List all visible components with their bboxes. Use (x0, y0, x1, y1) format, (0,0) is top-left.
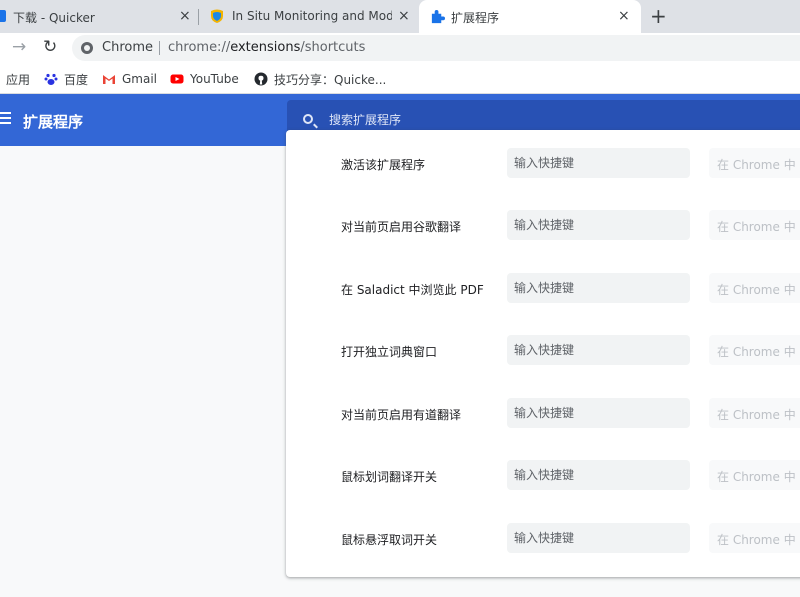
shortcut-input[interactable] (507, 210, 690, 240)
github-icon (254, 72, 268, 86)
browser-toolbar: → ↻ Chrome chrome://extensions/shortcuts (0, 33, 800, 63)
shield-favicon-icon (211, 9, 223, 23)
shortcut-input[interactable] (507, 273, 690, 303)
scope-select[interactable]: 在 Chrome 中 (709, 523, 800, 553)
page-origin-chip: Chrome (102, 40, 153, 55)
shortcut-input[interactable] (507, 523, 690, 553)
tab-title: In Situ Monitoring and Modeling (232, 9, 392, 23)
command-label: 对当前页启用有道翻译 (341, 408, 462, 422)
shortcut-row: 对当前页启用谷歌翻译 在 Chrome 中 (286, 210, 800, 242)
bookmark-label: YouTube (190, 72, 239, 86)
close-icon[interactable]: × (618, 8, 630, 24)
command-label: 在 Saladict 中浏览此 PDF (341, 283, 484, 297)
shortcut-row: 打开独立词典窗口 在 Chrome 中 (286, 335, 800, 367)
new-tab-button[interactable]: + (650, 5, 667, 27)
tab-title: 下载 - Quicker (13, 11, 95, 25)
bookmark-label: Gmail (122, 72, 158, 86)
page-title: 扩展程序 (23, 113, 84, 131)
command-label: 打开独立词典窗口 (341, 345, 438, 359)
bookmark-label: 百度 (64, 72, 89, 87)
shortcut-row: 激活该扩展程序 在 Chrome 中 (286, 148, 800, 180)
tab-separator (198, 9, 199, 25)
close-icon[interactable]: × (179, 8, 191, 24)
bookmark-youtube[interactable]: YouTube (170, 71, 239, 87)
bookmark-baidu[interactable]: 百度 (44, 71, 88, 87)
scope-select[interactable]: 在 Chrome 中 (709, 335, 800, 365)
youtube-icon (170, 74, 184, 84)
tab-extensions[interactable]: 扩展程序 × (419, 0, 641, 33)
scope-select[interactable]: 在 Chrome 中 (709, 460, 800, 490)
shortcut-row: 鼠标悬浮取词开关 在 Chrome 中 (286, 523, 800, 555)
bookmark-apps[interactable]: 应用 (6, 71, 30, 87)
url-scheme: chrome:// (168, 40, 231, 55)
shortcut-row: 对当前页启用有道翻译 在 Chrome 中 (286, 398, 800, 430)
scope-select[interactable]: 在 Chrome 中 (709, 398, 800, 428)
command-label: 激活该扩展程序 (341, 158, 426, 172)
bookmark-github[interactable]: 技巧分享：Quicke... (254, 71, 386, 87)
scope-select[interactable]: 在 Chrome 中 (709, 210, 800, 240)
scope-select[interactable]: 在 Chrome 中 (709, 273, 800, 303)
shortcut-input[interactable] (507, 148, 690, 178)
command-label: 对当前页启用谷歌翻译 (341, 220, 462, 234)
close-icon[interactable]: × (398, 8, 410, 24)
puzzle-favicon-icon (431, 9, 445, 24)
url-path: /shortcuts (300, 40, 366, 55)
bookmark-label: 应用 (6, 72, 31, 87)
tab-strip: 下载 - Quicker × In Situ Monitoring and Mo… (0, 0, 800, 33)
reload-icon[interactable]: ↻ (43, 38, 57, 56)
gmail-icon (103, 75, 115, 84)
url-host: extensions (230, 40, 301, 55)
shortcut-row: 鼠标划词翻译开关 在 Chrome 中 (286, 460, 800, 492)
search-icon (303, 114, 313, 124)
tab-in-situ[interactable]: In Situ Monitoring and Modeling × (200, 0, 417, 33)
forward-icon[interactable]: → (12, 38, 26, 56)
command-label: 鼠标划词翻译开关 (341, 470, 438, 484)
shortcut-input[interactable] (507, 460, 690, 490)
omnibox-divider (159, 41, 160, 55)
menu-icon[interactable] (0, 112, 11, 124)
command-label: 鼠标悬浮取词开关 (341, 533, 438, 547)
search-input[interactable] (329, 111, 729, 129)
address-bar[interactable]: Chrome chrome://extensions/shortcuts (72, 35, 800, 61)
url-text[interactable]: chrome://extensions/shortcuts (168, 40, 365, 55)
baidu-icon (44, 73, 58, 85)
shortcut-row: 在 Saladict 中浏览此 PDF 在 Chrome 中 (286, 273, 800, 305)
shortcut-input[interactable] (507, 398, 690, 428)
shortcuts-card: 激活该扩展程序 在 Chrome 中 对当前页启用谷歌翻译 在 Chrome 中… (286, 130, 800, 577)
shortcut-input[interactable] (507, 335, 690, 365)
download-favicon-icon (0, 10, 6, 22)
tab-downloads[interactable]: 下载 - Quicker × (0, 0, 198, 33)
bookmark-gmail[interactable]: Gmail (102, 71, 157, 87)
bookmark-label: 技巧分享：Quicke... (274, 72, 387, 87)
scope-select[interactable]: 在 Chrome 中 (709, 148, 800, 178)
chrome-page-icon (81, 42, 93, 54)
tab-title: 扩展程序 (451, 11, 500, 25)
bookmarks-bar: 应用 百度 Gmail YouTube 技巧分享：Quicke... (0, 63, 800, 94)
